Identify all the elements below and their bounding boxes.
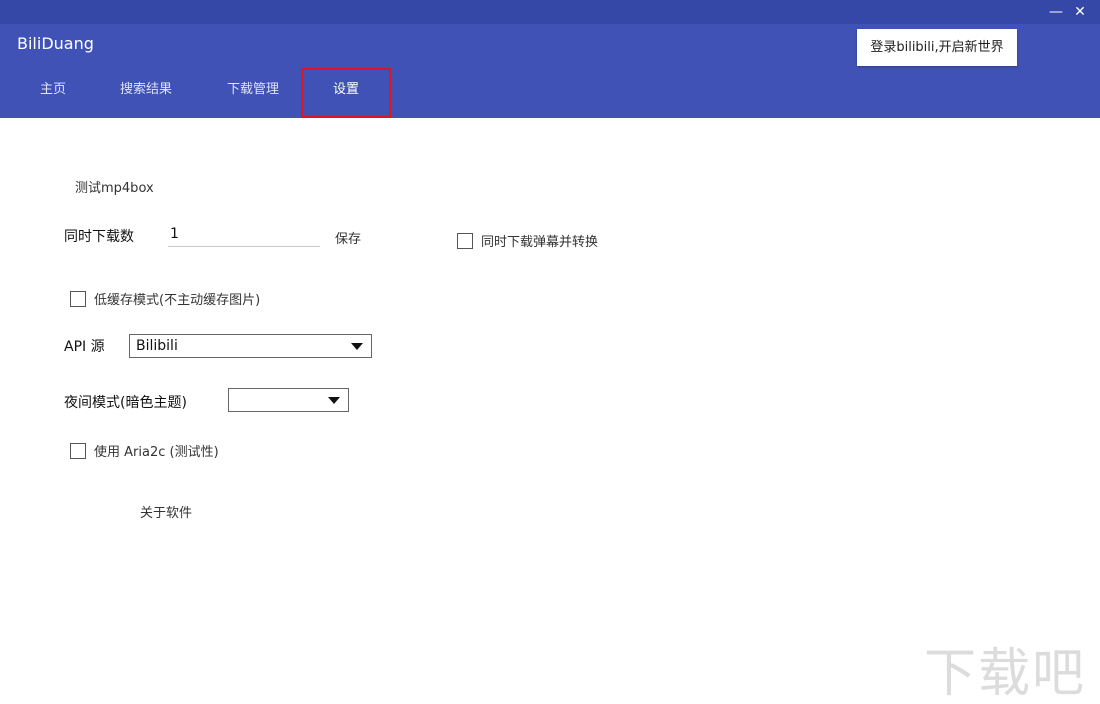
danmaku-option[interactable]: 同时下载弹幕并转换	[457, 231, 598, 250]
minimize-icon[interactable]: —	[1046, 2, 1066, 22]
aria2c-label: 使用 Aria2c (测试性)	[94, 445, 219, 460]
night-mode-select[interactable]	[228, 388, 349, 412]
about-button[interactable]: 关于软件	[140, 502, 192, 521]
dropdown-arrow-icon	[351, 343, 363, 350]
danmaku-label: 同时下载弹幕并转换	[481, 235, 599, 250]
close-icon[interactable]: ✕	[1070, 2, 1090, 22]
app-title: BiliDuang	[17, 34, 94, 53]
low-cache-checkbox[interactable]	[70, 290, 86, 307]
test-mp4box-button[interactable]: 测试mp4box	[75, 177, 154, 196]
low-cache-option[interactable]: 低缓存模式(不主动缓存图片)	[70, 289, 260, 308]
app-header: BiliDuang 登录bilibili,开启新世界 主页 搜索结果 下载管理 …	[0, 24, 1100, 118]
watermark-text: 下载吧	[923, 644, 1086, 704]
concurrent-downloads-label: 同时下载数	[64, 229, 134, 245]
api-source-value: Bilibili	[136, 338, 178, 354]
title-bar: — ✕	[0, 0, 1100, 24]
tab-home[interactable]: 主页	[24, 68, 82, 118]
low-cache-label: 低缓存模式(不主动缓存图片)	[94, 293, 261, 308]
aria2c-checkbox[interactable]	[70, 442, 86, 459]
login-button[interactable]: 登录bilibili,开启新世界	[857, 29, 1017, 66]
watermark-logo: 下载吧	[924, 648, 1086, 700]
concurrent-downloads-input[interactable]	[168, 222, 320, 247]
dropdown-arrow-icon	[328, 397, 340, 404]
api-source-select[interactable]: Bilibili	[129, 334, 372, 358]
tab-download-manager[interactable]: 下载管理	[217, 68, 289, 118]
tab-settings[interactable]: 设置	[301, 68, 391, 118]
settings-panel: 测试mp4box 同时下载数 保存 同时下载弹幕并转换 低缓存模式(不主动缓存图…	[0, 118, 1100, 700]
api-source-label: API 源	[64, 339, 105, 355]
save-button[interactable]: 保存	[335, 228, 361, 247]
tab-search-results[interactable]: 搜索结果	[110, 68, 182, 118]
night-mode-label: 夜间模式(暗色主题)	[64, 395, 187, 411]
aria2c-option[interactable]: 使用 Aria2c (测试性)	[70, 441, 219, 460]
danmaku-checkbox[interactable]	[457, 232, 473, 249]
